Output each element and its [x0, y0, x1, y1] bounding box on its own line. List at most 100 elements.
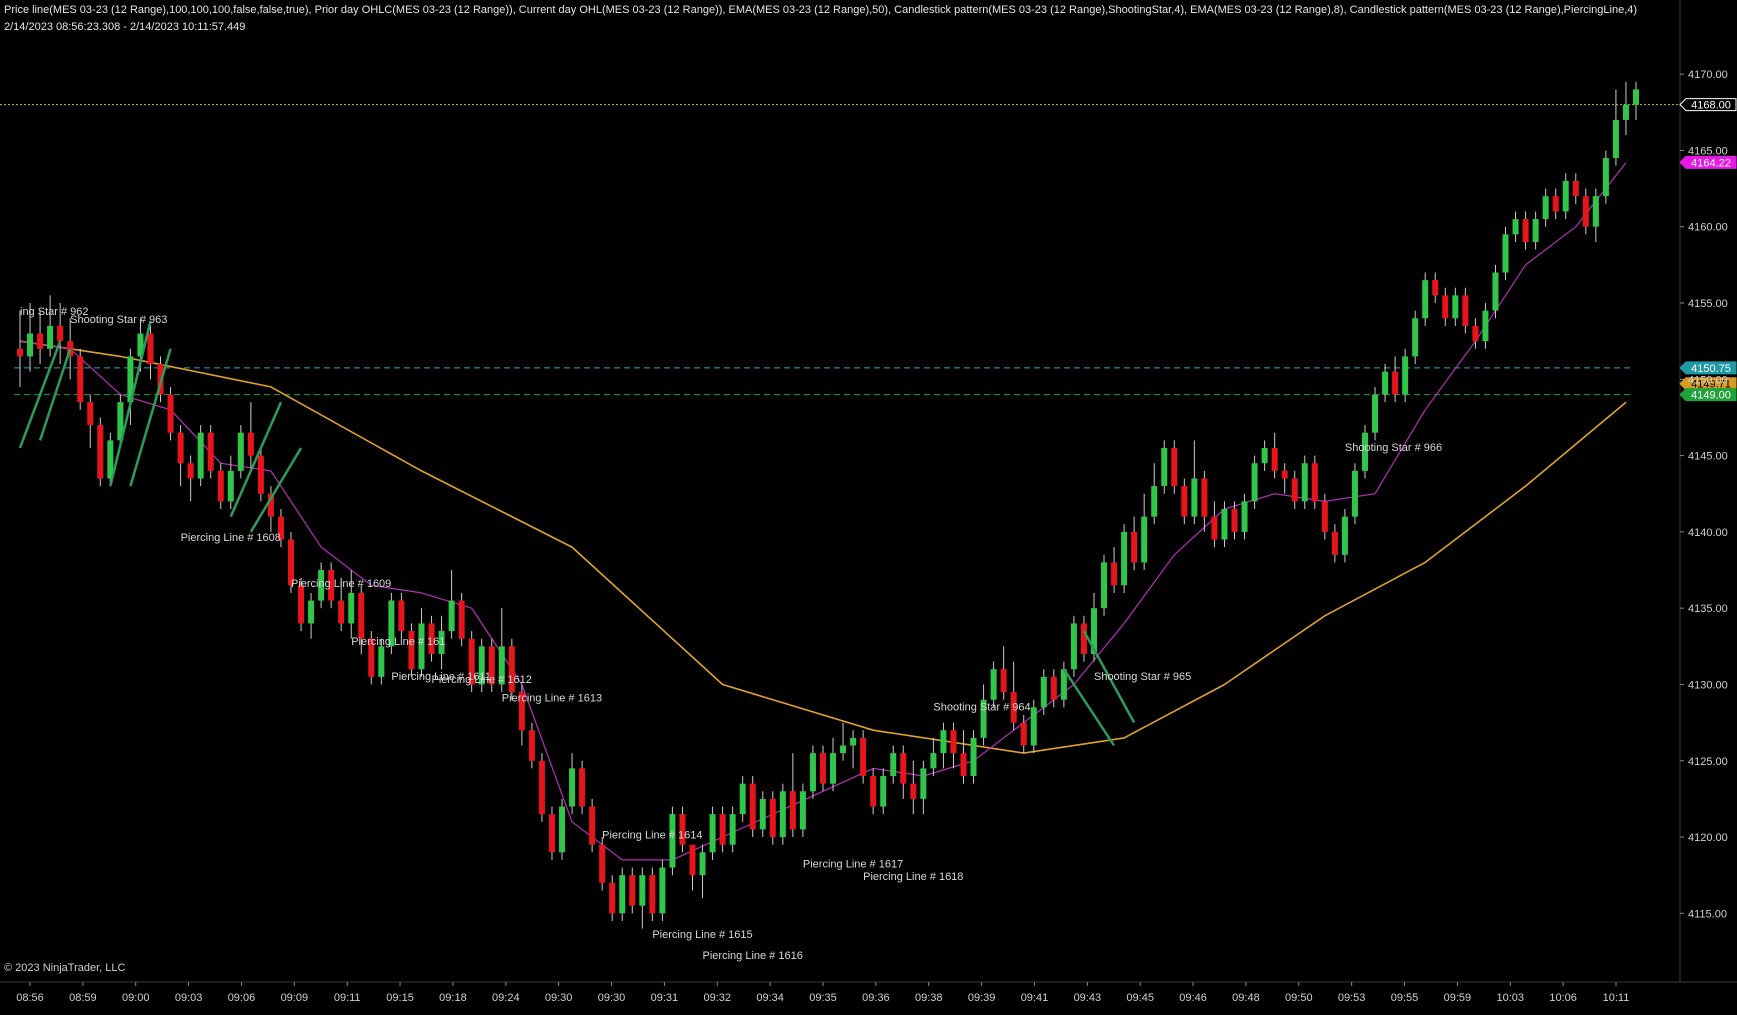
candle-down [1080, 623, 1087, 654]
candle-up [1040, 676, 1047, 708]
candle-down [338, 600, 345, 624]
candle-down [649, 875, 656, 914]
candle-down [1522, 219, 1529, 242]
y-tick-label: 4165.00 [1688, 145, 1728, 157]
candle-up [1412, 318, 1419, 357]
candle-up [1602, 158, 1609, 197]
candle-down [1231, 509, 1238, 532]
pattern-label: Piercing Line # 1612 [432, 674, 532, 686]
candle-down [1442, 295, 1449, 319]
y-tick-label: 4135.00 [1688, 603, 1728, 615]
x-tick-label: 09:30 [545, 992, 573, 1004]
candle-up [709, 814, 716, 853]
candle-down [1552, 196, 1559, 212]
candle-down [1171, 447, 1178, 487]
candle-down [950, 730, 957, 754]
candle-down [187, 463, 194, 479]
candle-down [57, 325, 64, 342]
candle-up [970, 737, 977, 777]
candle-down [719, 814, 726, 845]
candle-down [1432, 280, 1439, 296]
candle-down [609, 882, 616, 914]
pattern-line [109, 321, 152, 487]
candle-up [1512, 219, 1519, 235]
pattern-label: Shooting Star # 964 [933, 701, 1030, 713]
candle-up [759, 798, 766, 830]
candle-up [990, 669, 997, 700]
y-tick-label: 4170.00 [1688, 69, 1728, 81]
candle-up [940, 730, 947, 754]
candle-up [1612, 119, 1619, 159]
candle-up [1101, 562, 1108, 609]
candle-down [1311, 463, 1318, 502]
candle-down [579, 768, 586, 807]
candle-up [308, 600, 315, 624]
x-tick-label: 09:55 [1391, 992, 1419, 1004]
price-marker-label: 4149.00 [1691, 390, 1731, 402]
x-tick-label: 09:34 [756, 992, 784, 1004]
candle-up [659, 867, 666, 914]
candle-up [448, 600, 455, 632]
candle-down [1291, 478, 1298, 502]
candle-up [1633, 89, 1639, 105]
candle-down [97, 425, 104, 479]
y-tick-label: 4160.00 [1688, 222, 1728, 234]
candle-down [217, 470, 224, 502]
candle-up [1502, 234, 1509, 273]
candle-up [1351, 470, 1358, 517]
candle-down [358, 592, 365, 639]
candle-up [779, 791, 786, 838]
candle-up [920, 768, 927, 799]
x-tick-label: 09:45 [1126, 992, 1154, 1004]
y-tick-label: 4125.00 [1688, 756, 1728, 768]
x-tick-label: 09:43 [1074, 992, 1102, 1004]
candlestick-chart[interactable]: ing Star # 962Shooting Star # 963Piercin… [0, 0, 1737, 1015]
candle-down [17, 348, 23, 357]
candle-up [1622, 104, 1629, 120]
candle-up [1341, 516, 1348, 555]
candle-down [1582, 196, 1589, 227]
pattern-label: Piercing Line # 1617 [803, 859, 903, 871]
candle-down [910, 783, 917, 799]
y-tick-label: 4155.00 [1688, 298, 1728, 310]
x-tick-label: 09:53 [1338, 992, 1366, 1004]
pattern-label: Piercing Line # 1608 [181, 532, 281, 544]
candle-down [37, 333, 44, 349]
candle-up [227, 470, 234, 502]
candle-up [850, 737, 857, 746]
x-tick-label: 09:35 [809, 992, 837, 1004]
candle-down [860, 737, 867, 777]
y-tick-label: 4120.00 [1688, 832, 1728, 844]
candle-down [599, 844, 606, 883]
candle-up [1221, 509, 1228, 540]
y-tick-label: 4140.00 [1688, 527, 1728, 539]
candle-down [1050, 676, 1057, 700]
candle-up [1151, 486, 1158, 517]
x-tick-label: 08:59 [69, 992, 97, 1004]
candle-down [589, 806, 596, 845]
pattern-label: Shooting Star # 966 [1345, 442, 1442, 454]
x-tick-label: 09:38 [915, 992, 943, 1004]
candle-up [237, 432, 244, 471]
candle-down [1000, 669, 1007, 693]
candle-down [1020, 722, 1027, 746]
candle-down [147, 333, 154, 365]
candle-down [177, 432, 184, 464]
candle-down [1462, 295, 1469, 326]
candle-up [830, 753, 837, 784]
pattern-label: Piercing Line # 1615 [652, 929, 752, 941]
candle-up [47, 325, 54, 349]
candle-down [1281, 470, 1288, 479]
candle-up [880, 776, 887, 807]
candle-up [1542, 196, 1549, 220]
ema50-layer [19, 340, 1627, 754]
candle-down [1201, 478, 1208, 517]
x-tick-label: 09:30 [598, 992, 626, 1004]
x-tick-label: 10:03 [1497, 992, 1525, 1004]
candle-down [207, 432, 214, 471]
x-tick-label: 09:31 [651, 992, 679, 1004]
pattern-label: Piercing Line # 1614 [602, 830, 702, 842]
price-marker-label: 4164.22 [1691, 157, 1731, 169]
candle-down [247, 432, 254, 456]
pattern-label: Piercing Line # 1618 [863, 871, 963, 883]
